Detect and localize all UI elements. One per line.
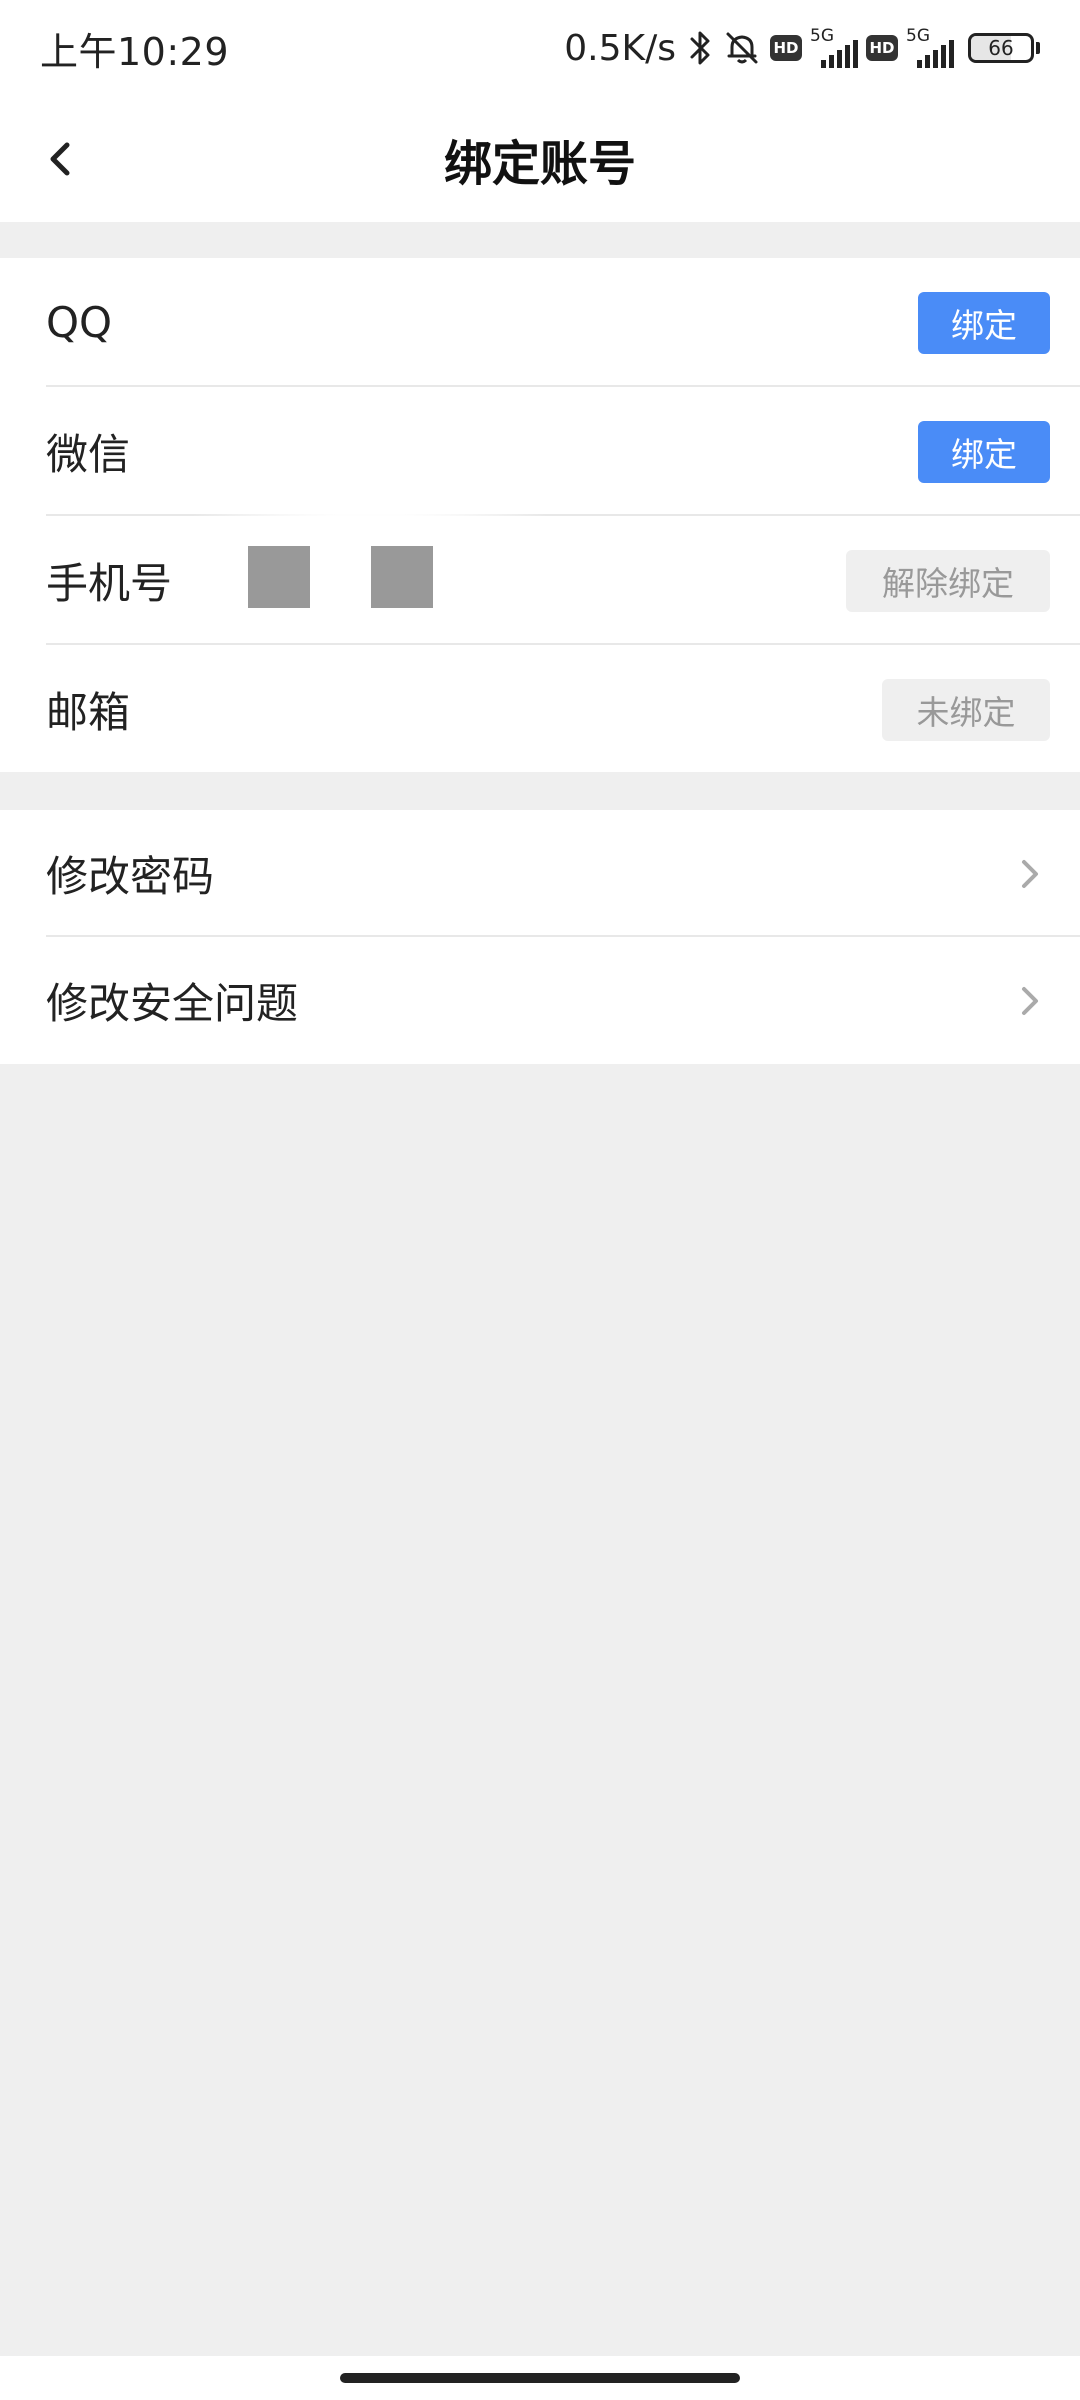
binding-row-qq: QQ 绑定 xyxy=(0,258,1080,387)
redaction-block xyxy=(248,546,310,608)
home-indicator[interactable] xyxy=(340,2373,740,2383)
security-settings-list: 修改密码 修改安全问题 xyxy=(0,810,1080,1064)
status-icons: 0.5K/s HD 5G HD 5G 66 xyxy=(564,18,1040,78)
settings-row-change-password[interactable]: 修改密码 xyxy=(0,810,1080,937)
redaction-blur xyxy=(165,486,575,636)
binding-label-email: 邮箱 xyxy=(46,688,131,737)
page-title: 绑定账号 xyxy=(443,136,636,192)
chevron-right-icon xyxy=(1010,981,1050,1021)
signal-icon: 5G xyxy=(810,26,858,70)
bind-wechat-button[interactable]: 绑定 xyxy=(918,420,1050,483)
unbind-phone-button[interactable]: 解除绑定 xyxy=(846,549,1050,612)
bell-muted-icon xyxy=(722,28,762,68)
nav-bar: 绑定账号 xyxy=(0,96,1080,222)
chevron-left-icon xyxy=(50,142,70,176)
redaction-block xyxy=(371,546,433,608)
binding-label-phone: 手机号 xyxy=(46,559,173,608)
change-security-question-label: 修改安全问题 xyxy=(46,979,299,1028)
binding-label-qq: QQ xyxy=(46,298,113,347)
binding-row-email: 邮箱 未绑定 xyxy=(0,645,1080,774)
battery-icon: 66 xyxy=(968,33,1040,63)
hd-icon-2: HD xyxy=(866,35,898,61)
bind-qq-button[interactable]: 绑定 xyxy=(918,291,1050,354)
settings-row-change-security-question[interactable]: 修改安全问题 xyxy=(0,937,1080,1064)
back-button[interactable] xyxy=(28,126,94,192)
email-unbound-button[interactable]: 未绑定 xyxy=(882,678,1050,741)
chevron-right-icon xyxy=(1010,854,1050,894)
network-speed: 0.5K/s xyxy=(564,27,676,69)
binding-label-wechat: 微信 xyxy=(46,430,131,479)
hd-icon: HD xyxy=(770,35,802,61)
change-password-label: 修改密码 xyxy=(46,852,215,901)
binding-list: QQ 绑定 微信 绑定 手机号 解除绑定 邮箱 未绑定 xyxy=(0,258,1080,772)
signal-icon-2: 5G xyxy=(906,26,954,70)
battery-level: 66 xyxy=(988,36,1014,60)
status-bar: 上午10:29 0.5K/s HD 5G HD 5G 66 xyxy=(0,0,1080,96)
bluetooth-icon xyxy=(688,28,714,68)
status-time: 上午10:29 xyxy=(40,29,230,74)
